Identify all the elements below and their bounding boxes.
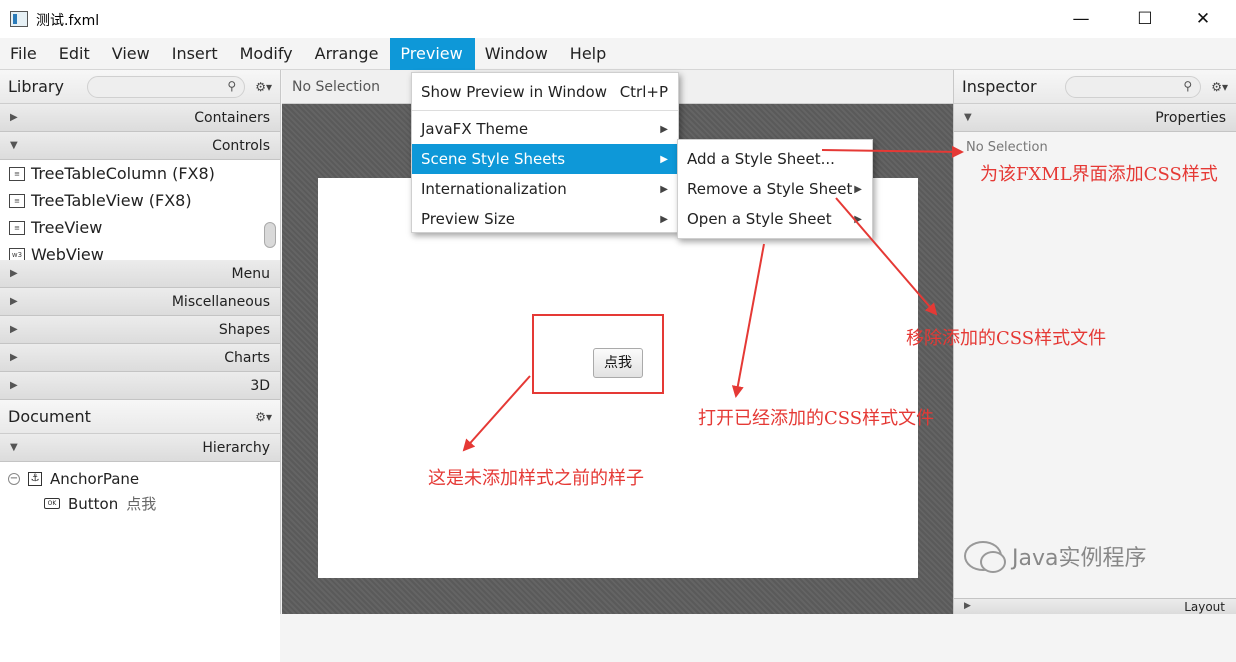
watermark-text: Java实例程序 bbox=[1012, 546, 1147, 571]
arrow-add bbox=[821, 145, 964, 158]
wechat-icon bbox=[964, 541, 1006, 573]
arrow-open bbox=[731, 243, 765, 398]
annotation-add: 为该FXML界面添加CSS样式 bbox=[980, 164, 1218, 185]
annotation-open: 打开已经添加的CSS样式文件 bbox=[698, 408, 935, 429]
annotation-before: 这是未添加样式之前的样子 bbox=[428, 468, 644, 489]
watermark: Java实例程序 bbox=[964, 540, 1147, 573]
arrow-before bbox=[462, 375, 531, 452]
annotation-remove: 移除添加的CSS样式文件 bbox=[906, 328, 1107, 349]
arrow-remove bbox=[835, 197, 938, 316]
annotation-arrows bbox=[462, 145, 964, 452]
